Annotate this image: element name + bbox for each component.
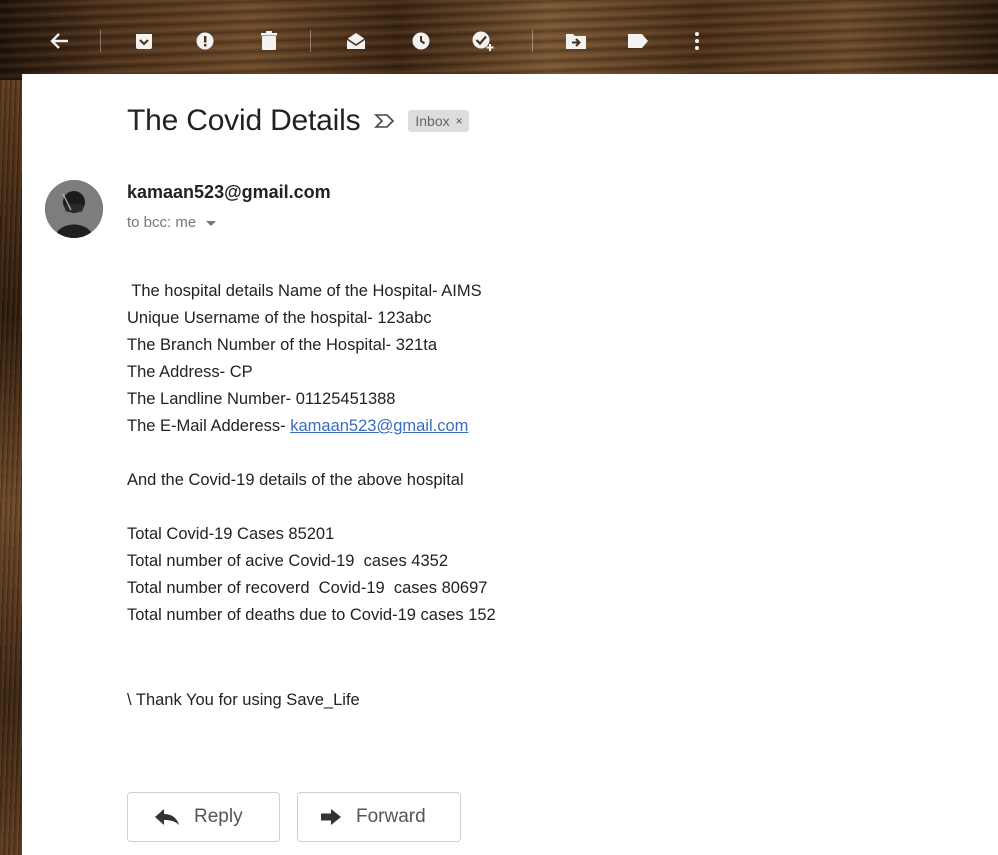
report-spam-icon[interactable] [192, 28, 218, 54]
body-line: The Address- CP [127, 363, 253, 381]
forward-button[interactable]: Forward [297, 792, 461, 842]
reply-button[interactable]: Reply [127, 792, 280, 842]
archive-icon[interactable] [131, 28, 157, 54]
message-body: The hospital details Name of the Hospita… [127, 278, 496, 714]
body-line: Total Covid-19 Cases 85201 [127, 525, 335, 543]
sender-email[interactable]: kamaan523@gmail.com [127, 182, 331, 203]
email-link[interactable]: kamaan523@gmail.com [290, 417, 468, 435]
show-details-icon[interactable] [206, 221, 217, 226]
message-toolbar [0, 0, 998, 80]
body-line: Total number of acive Covid-19 cases 435… [127, 552, 449, 570]
body-line: Total number of recoverd Covid-19 cases … [127, 579, 488, 597]
toolbar-separator [100, 30, 101, 52]
recipients-line: to bcc: me [127, 214, 217, 231]
label-chip-text: Inbox [415, 113, 450, 129]
important-marker-icon[interactable] [374, 111, 396, 131]
add-to-tasks-icon[interactable] [470, 28, 496, 54]
recipients-text: to bcc: me [127, 214, 197, 231]
background-wood-left [0, 80, 22, 855]
move-to-icon[interactable] [563, 28, 589, 54]
reply-icon [154, 808, 180, 826]
body-line-signoff: \ Thank You for using Save_Life [127, 691, 360, 709]
message-subject: The Covid Details [127, 104, 361, 137]
back-arrow-icon[interactable] [47, 28, 73, 54]
forward-label: Forward [356, 806, 426, 827]
body-line: Total number of deaths due to Covid-19 c… [127, 606, 496, 624]
message-view: The Covid Details Inbox × kamaan523@gmai… [22, 74, 998, 855]
avatar[interactable] [45, 180, 103, 238]
snooze-icon[interactable] [408, 28, 434, 54]
email-label: The E-Mail Adderess- [127, 417, 291, 435]
body-line-email: The E-Mail Adderess- kamaan523@gmail.com [127, 413, 496, 440]
reply-label: Reply [194, 806, 243, 827]
body-line: Unique Username of the hospital- 123abc [127, 309, 432, 327]
inbox-label-chip: Inbox × [408, 110, 469, 132]
body-line: The Landline Number- 01125451388 [127, 390, 396, 408]
body-line: And the Covid-19 details of the above ho… [127, 471, 464, 489]
delete-icon[interactable] [256, 28, 282, 54]
toolbar-separator [310, 30, 311, 52]
subject-row: The Covid Details Inbox × [127, 104, 469, 138]
mark-unread-icon[interactable] [343, 28, 369, 54]
body-line: The Branch Number of the Hospital- 321ta [127, 336, 437, 354]
more-options-icon[interactable] [684, 28, 710, 54]
remove-label-icon[interactable]: × [456, 114, 463, 128]
label-icon[interactable] [625, 28, 651, 54]
forward-icon [320, 808, 342, 826]
body-line: The hospital details Name of the Hospita… [127, 282, 482, 300]
toolbar-separator [532, 30, 533, 52]
